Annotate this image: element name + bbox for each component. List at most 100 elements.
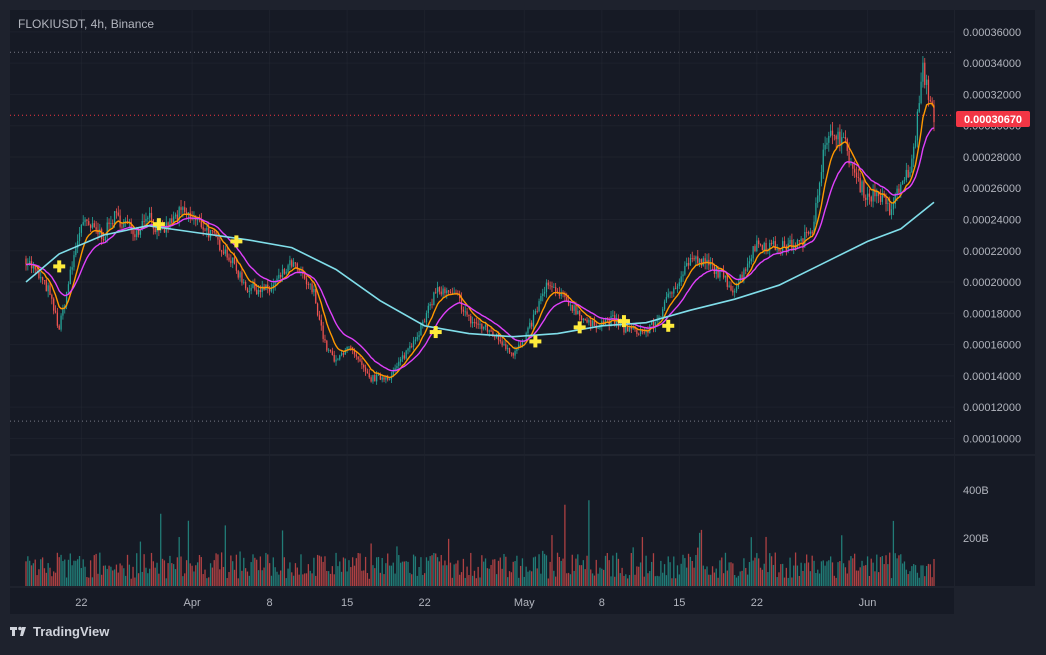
candle-body <box>837 131 839 140</box>
candle-body <box>444 288 446 294</box>
volume-bar <box>309 570 311 586</box>
candle-body <box>232 257 234 264</box>
volume-bar <box>420 557 422 586</box>
volume-bar <box>770 556 773 586</box>
candle-body <box>505 344 507 350</box>
candle-body <box>900 184 902 193</box>
volume-bar <box>305 573 308 586</box>
candle-body <box>698 259 701 263</box>
candle-body <box>243 281 245 283</box>
candle-body <box>780 251 782 253</box>
price-chart[interactable]: 0.000360000.000340000.000320000.00030000… <box>0 0 1046 650</box>
candle-body <box>49 285 51 295</box>
candle-body <box>47 285 49 292</box>
volume-bar <box>676 565 679 586</box>
candle-body <box>924 62 926 85</box>
candle-body <box>497 333 500 340</box>
price-tick-label: 0.00018000 <box>963 308 1021 320</box>
volume-bar <box>457 560 459 586</box>
candle-body <box>289 260 291 266</box>
volume-bar <box>698 532 701 586</box>
volume-bar <box>89 560 92 586</box>
volume-bar <box>839 561 841 586</box>
volume-bar <box>431 555 433 586</box>
volume-bar <box>663 564 666 586</box>
volume-bar <box>444 560 446 586</box>
volume-bar <box>924 576 926 586</box>
candle-body <box>724 275 727 278</box>
symbol-title[interactable]: FLOKIUSDT, 4h, Binance <box>18 17 154 31</box>
volume-bar <box>911 566 913 586</box>
candle-body <box>184 207 186 213</box>
volume-bar <box>470 552 472 586</box>
volume-bar <box>746 574 749 586</box>
volume-bar <box>516 555 518 586</box>
candle-body <box>206 227 208 231</box>
candle-body <box>590 320 592 327</box>
candle-body <box>32 266 35 269</box>
candle-body <box>40 277 42 279</box>
volume-bar <box>263 567 265 586</box>
price-axis[interactable] <box>955 10 1035 454</box>
time-axis[interactable] <box>10 588 954 614</box>
candle-body <box>25 258 27 265</box>
volume-bar <box>665 575 668 586</box>
volume-bar <box>889 552 891 586</box>
volume-bar <box>591 573 594 586</box>
volume-bar <box>215 553 217 586</box>
volume-bar <box>673 556 675 586</box>
volume-bar <box>531 571 533 586</box>
volume-bar <box>501 568 503 586</box>
volume-bar <box>65 577 68 586</box>
candle-body <box>82 222 84 225</box>
candle-body <box>909 172 911 178</box>
volume-bar <box>213 560 215 586</box>
candle-body <box>202 227 204 230</box>
volume-bar <box>601 568 603 586</box>
candle-body <box>545 282 548 292</box>
candle-body <box>235 264 238 271</box>
candle-body <box>579 310 581 316</box>
volume-bar <box>459 574 461 586</box>
volume-bar <box>390 565 393 586</box>
volume-bar <box>219 569 221 586</box>
volume-bar <box>193 571 195 586</box>
volume-bar <box>313 557 315 586</box>
volume-bar <box>243 557 245 586</box>
candle-body <box>73 255 75 268</box>
volume-bar <box>228 572 230 586</box>
volume-bar <box>195 565 197 586</box>
candle-body <box>320 319 322 326</box>
candle-body <box>763 243 765 251</box>
volume-bar <box>449 562 452 586</box>
candle-body <box>673 288 675 294</box>
candle-body <box>652 321 655 328</box>
volume-bar <box>710 574 712 586</box>
candle-body <box>244 281 247 289</box>
volume-bar <box>259 556 262 586</box>
volume-bar <box>154 567 156 586</box>
volume-bar <box>855 570 858 586</box>
candle-body <box>372 374 374 382</box>
price-tick-label: 0.00032000 <box>963 89 1021 101</box>
volume-bar <box>125 575 127 586</box>
volume-bar <box>927 563 930 586</box>
volume-bar <box>29 560 31 586</box>
volume-bar <box>69 553 71 586</box>
volume-bar <box>806 554 808 586</box>
candle-body <box>149 212 151 218</box>
volume-bar <box>383 574 385 586</box>
candle-body <box>901 180 904 185</box>
price-tick-label: 0.00036000 <box>963 27 1021 39</box>
volume-bar <box>732 563 734 586</box>
candle-body <box>422 321 424 324</box>
volume-bar <box>471 575 474 586</box>
candle-body <box>839 131 841 146</box>
volume-bar <box>357 552 359 586</box>
candle-body <box>774 241 776 250</box>
volume-bar <box>532 557 535 586</box>
candle-body <box>820 172 823 183</box>
volume-bar <box>165 578 167 586</box>
candle-body <box>748 261 751 264</box>
volume-bar <box>169 555 171 586</box>
